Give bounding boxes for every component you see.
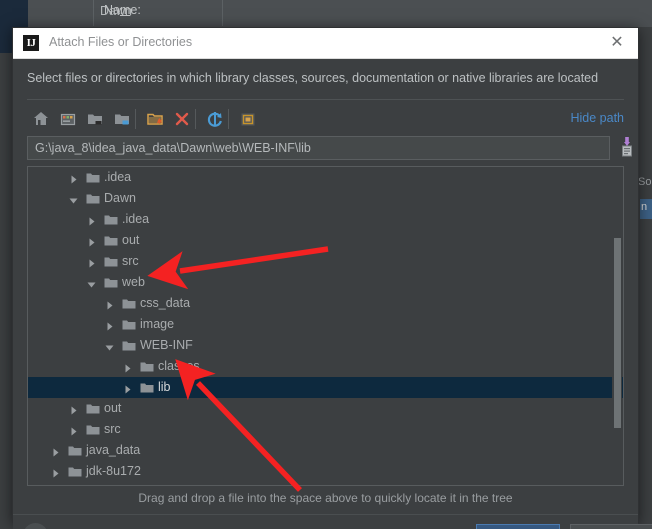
chevron-right-icon[interactable] xyxy=(86,235,97,247)
tree-row-label: out xyxy=(104,401,122,415)
tree-row[interactable]: WEB-INF xyxy=(28,335,623,356)
tree-row-label: lib xyxy=(158,380,171,394)
path-input[interactable]: G:\java_8\idea_java_data\Dawn\web\WEB-IN… xyxy=(27,136,610,160)
module-folder-icon[interactable] xyxy=(108,105,136,133)
close-icon[interactable]: ✕ xyxy=(608,34,626,52)
tree-row[interactable]: Public xyxy=(28,482,623,486)
folder-icon xyxy=(68,444,82,456)
dialog-title-bar: IJ Attach Files or Directories ✕ xyxy=(13,28,638,59)
tree-row-label: jdk-8u172 xyxy=(86,464,141,478)
tree-row-label: image xyxy=(140,317,175,331)
tree-row[interactable]: web xyxy=(28,272,623,293)
folder-icon xyxy=(122,339,136,351)
tree-row-label: classes xyxy=(158,359,200,373)
tree-row-label: src xyxy=(104,422,121,436)
screen: Name: Dawn So n IJ Attach Files or Direc… xyxy=(0,0,652,529)
folder-icon xyxy=(104,255,118,267)
chevron-right-icon[interactable] xyxy=(104,298,115,310)
tree-row-label: Public xyxy=(86,485,120,486)
folder-icon xyxy=(140,381,154,393)
directory-tree-rows: .idea Dawn .idea out src web css_dataimage WEB-… xyxy=(28,167,623,486)
tree-scrollbar-thumb[interactable] xyxy=(614,238,621,428)
drag-drop-hint: Drag and drop a file into the space abov… xyxy=(138,491,513,505)
chevron-right-icon[interactable] xyxy=(68,403,79,415)
tree-row[interactable]: java_data xyxy=(28,440,623,461)
home-icon[interactable] xyxy=(27,105,55,133)
folder-icon xyxy=(140,360,154,372)
tree-row-label: src xyxy=(122,254,139,268)
tree-row-label: .idea xyxy=(122,212,150,226)
hide-path-link[interactable]: Hide path xyxy=(570,111,624,125)
chevron-right-icon[interactable] xyxy=(50,445,61,457)
chevron-down-icon[interactable] xyxy=(68,193,79,204)
tree-row[interactable]: out xyxy=(28,230,623,251)
path-input-value: G:\java_8\idea_java_data\Dawn\web\WEB-IN… xyxy=(35,141,311,155)
tree-row[interactable]: out xyxy=(28,398,623,419)
toolbar-divider xyxy=(228,109,229,129)
intellij-idea-logo-icon: IJ xyxy=(23,35,39,51)
tree-row-label: java_data xyxy=(86,443,141,457)
toolbar-divider xyxy=(195,109,196,129)
folder-icon xyxy=(86,423,100,435)
project-folder-icon[interactable] xyxy=(81,105,109,133)
folder-icon xyxy=(104,276,118,288)
attach-files-dialog: IJ Attach Files or Directories ✕ Select … xyxy=(12,27,652,529)
help-button[interactable]: ? xyxy=(23,523,48,529)
chevron-right-icon[interactable] xyxy=(68,172,79,184)
folder-icon xyxy=(104,213,118,225)
chevron-down-icon[interactable] xyxy=(104,340,115,351)
background-right-highlight-label: n xyxy=(641,201,648,213)
toolbar-divider xyxy=(135,109,136,129)
paste-from-clipboard-icon[interactable] xyxy=(617,135,637,159)
directory-tree[interactable]: .idea Dawn .idea out src web css_dataimage WEB-… xyxy=(27,166,624,486)
refresh-icon[interactable] xyxy=(201,105,229,133)
tree-row[interactable]: css_data xyxy=(28,293,623,314)
dialog-footer: ? OK Cancel xyxy=(13,514,652,529)
desktop-icon[interactable] xyxy=(54,105,82,133)
folder-icon xyxy=(86,171,100,183)
tree-row[interactable]: src xyxy=(28,419,623,440)
tree-row[interactable]: .idea xyxy=(28,209,623,230)
folder-icon xyxy=(68,465,82,477)
tree-row-label: .idea xyxy=(104,170,132,184)
tree-row-label: css_data xyxy=(140,296,191,310)
folder-icon xyxy=(104,234,118,246)
dialog-title: Attach Files or Directories xyxy=(49,35,193,49)
folder-icon xyxy=(86,192,100,204)
delete-icon[interactable] xyxy=(168,105,196,133)
tree-row[interactable]: Dawn xyxy=(28,188,623,209)
tree-row[interactable]: src xyxy=(28,251,623,272)
chevron-right-icon[interactable] xyxy=(104,319,115,331)
chevron-down-icon[interactable] xyxy=(86,277,97,288)
dialog-body: Select files or directories in which lib… xyxy=(13,59,652,529)
tree-row[interactable]: lib xyxy=(28,377,623,398)
folder-icon xyxy=(122,297,136,309)
tree-row-label: web xyxy=(122,275,145,289)
tree-row-label: WEB-INF xyxy=(140,338,193,352)
divider xyxy=(27,99,624,100)
cancel-button[interactable]: Cancel xyxy=(570,524,652,529)
folder-icon xyxy=(122,318,136,330)
chevron-right-icon[interactable] xyxy=(122,382,133,394)
new-folder-icon[interactable] xyxy=(141,105,169,133)
tree-row-label: out xyxy=(122,233,140,247)
tree-row-label: Dawn xyxy=(104,191,136,205)
folder-icon xyxy=(86,402,100,414)
chevron-right-icon[interactable] xyxy=(50,466,61,478)
tree-row[interactable]: jdk-8u172 xyxy=(28,461,623,482)
show-hidden-files-icon[interactable] xyxy=(234,105,262,133)
tree-vertical-scrollbar[interactable] xyxy=(612,168,622,485)
tree-row[interactable]: classes xyxy=(28,356,623,377)
chevron-right-icon[interactable] xyxy=(86,214,97,226)
chevron-right-icon[interactable] xyxy=(122,361,133,373)
name-value: Dawn xyxy=(100,4,132,18)
chevron-right-icon[interactable] xyxy=(86,256,97,268)
background-right-label: So xyxy=(638,176,652,188)
ok-button[interactable]: OK xyxy=(476,524,560,529)
tree-row[interactable]: image xyxy=(28,314,623,335)
chevron-right-icon[interactable] xyxy=(68,424,79,436)
background-name-value-cell[interactable] xyxy=(222,0,652,26)
dialog-description: Select files or directories in which lib… xyxy=(27,71,599,85)
tree-row[interactable]: .idea xyxy=(28,167,623,188)
